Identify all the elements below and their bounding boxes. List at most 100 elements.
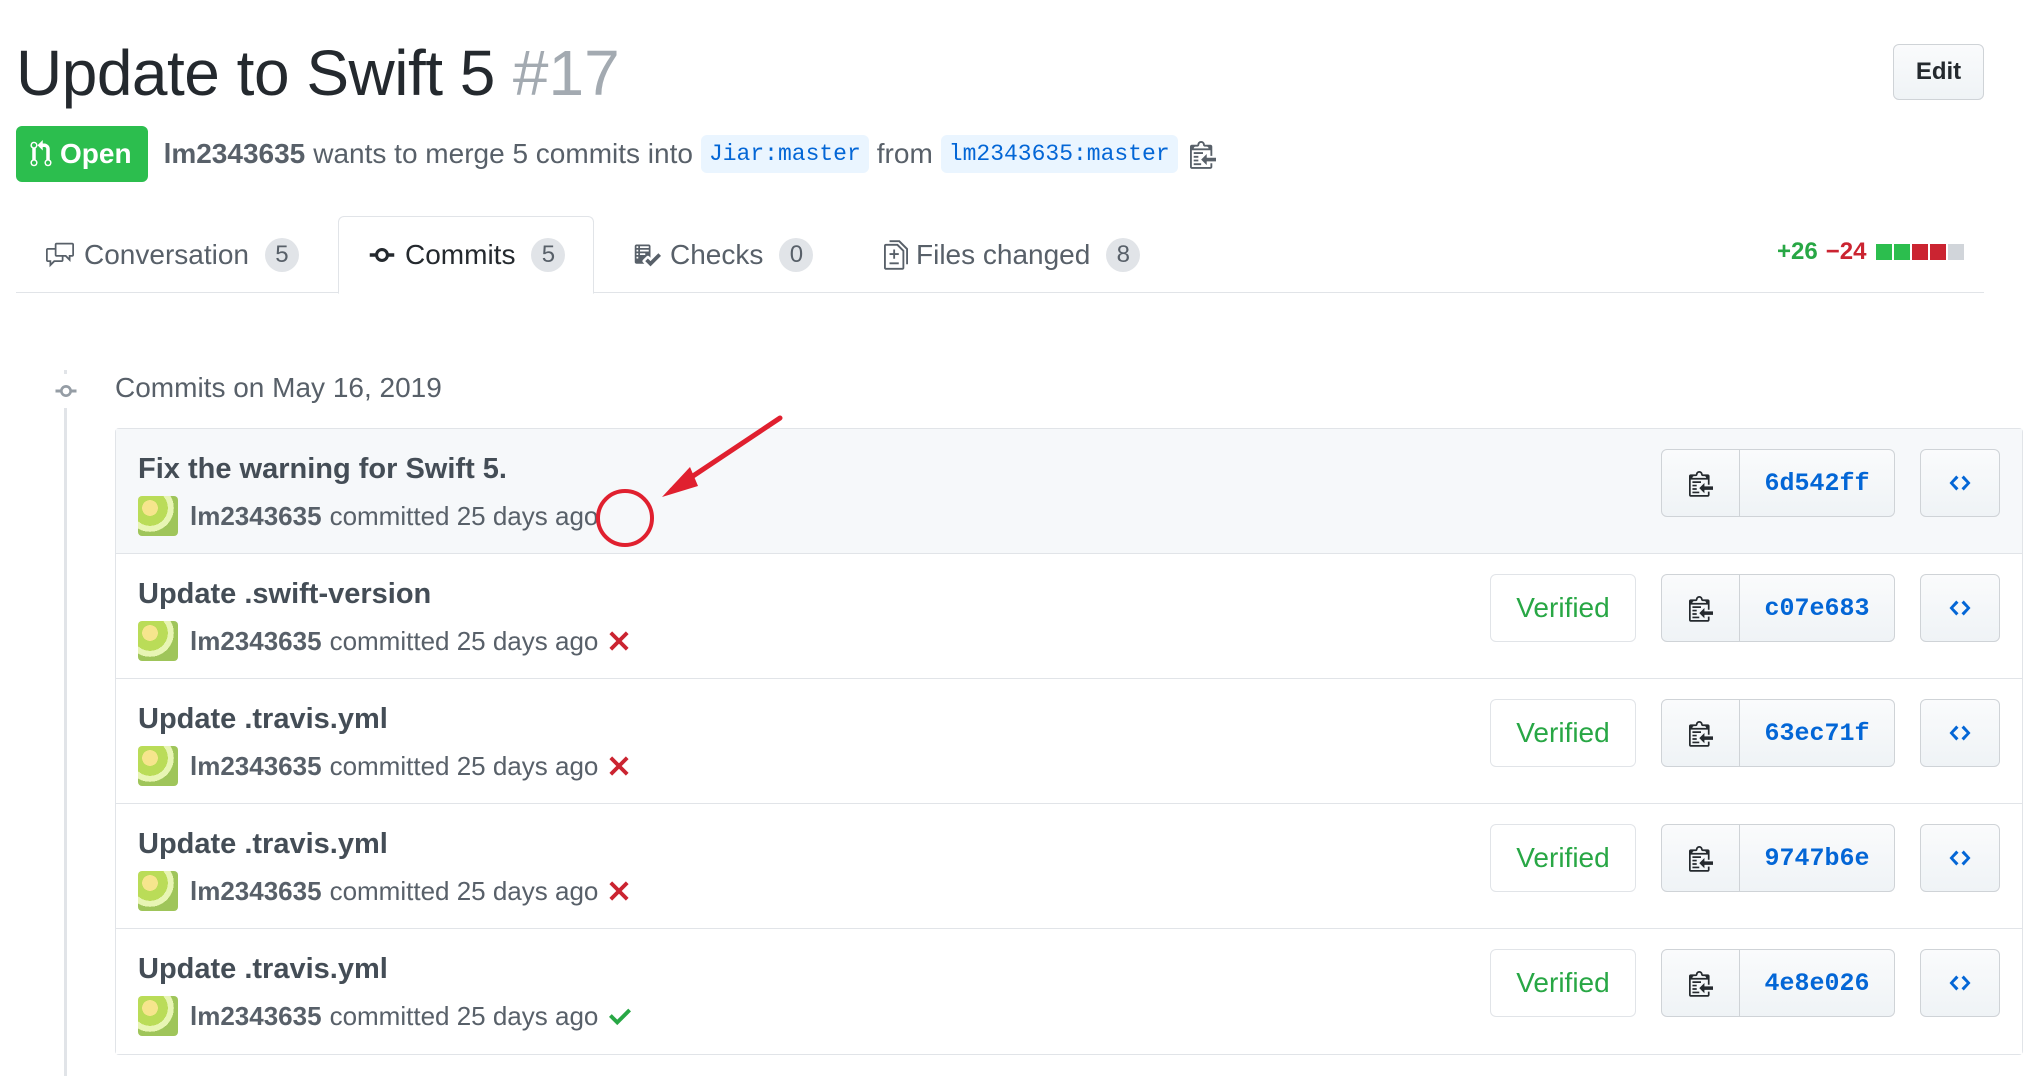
pr-tabs: Conversation 5 Commits 5 Checks 0 Files … [16, 216, 1984, 294]
additions-count: +26 [1777, 238, 1818, 265]
browse-repo-button[interactable] [1920, 449, 2000, 517]
commit-author-link[interactable]: lm2343635 [190, 501, 322, 532]
x-icon[interactable] [608, 755, 630, 777]
edit-button[interactable]: Edit [1893, 44, 1984, 100]
commit-author-link[interactable]: lm2343635 [190, 1001, 322, 1032]
tab-counter: 0 [779, 237, 814, 272]
browse-repo-button[interactable] [1920, 949, 2000, 1017]
commit-message-link[interactable]: Update .swift-version [138, 578, 431, 611]
verified-badge[interactable]: Verified [1490, 949, 1636, 1017]
verified-badge[interactable]: Verified [1490, 574, 1636, 642]
tab-counter: 5 [531, 238, 566, 272]
diffstat-block-added [1894, 244, 1911, 260]
clipboard-icon [1688, 846, 1713, 872]
commit-meta: lm2343635 committed 25 days ago [138, 995, 632, 1037]
commit-message-link[interactable]: Fix the warning for Swift 5. [138, 453, 507, 486]
commit-message-link[interactable]: Update .travis.yml [138, 828, 388, 861]
copy-sha-button[interactable] [1662, 700, 1740, 766]
commit-sha-link[interactable]: 63ec71f [1740, 700, 1894, 766]
browse-repo-button[interactable] [1920, 699, 2000, 767]
state-label: Open [60, 138, 132, 169]
code-icon [1949, 475, 1971, 491]
git-pull-request-icon [30, 140, 52, 167]
clipboard-icon[interactable] [1189, 139, 1216, 169]
tab-label: Checks [670, 238, 764, 270]
from-text: from [876, 138, 933, 169]
commit-author-link[interactable]: lm2343635 [190, 626, 322, 657]
commit-time: committed 25 days ago [329, 750, 599, 781]
tab-label: Commits [405, 239, 516, 270]
commit-row: Update .swift-version lm2343635 committe… [116, 554, 2022, 679]
copy-sha-button[interactable] [1662, 825, 1740, 891]
head-branch[interactable]: lm2343635:master [940, 135, 1178, 173]
tab-files-changed[interactable]: Files changed 8 [884, 216, 1141, 293]
clipboard-icon [1688, 971, 1713, 997]
commit-row: Fix the warning for Swift 5. lm2343635 c… [116, 429, 2022, 554]
tab-label: Files changed [916, 238, 1091, 270]
browse-repo-button[interactable] [1920, 574, 2000, 642]
sha-button-group: 63ec71f [1661, 699, 1895, 767]
copy-sha-button[interactable] [1662, 950, 1740, 1016]
copy-sha-button[interactable] [1662, 450, 1740, 516]
git-commit-icon [369, 248, 395, 262]
commit-sha-link[interactable]: 4e8e026 [1740, 950, 1894, 1016]
verified-badge[interactable]: Verified [1490, 824, 1636, 892]
diffstat-block-neutral [1948, 244, 1965, 260]
pr-state-row: Open lm2343635 wants to merge 5 commits … [16, 126, 1216, 182]
tab-commits[interactable]: Commits 5 [338, 216, 595, 294]
avatar[interactable] [138, 621, 178, 661]
tab-counter: 8 [1106, 237, 1141, 272]
commit-sha-link[interactable]: 9747b6e [1740, 825, 1894, 891]
diffstat[interactable]: +26 −24 [1777, 238, 1965, 266]
commit-meta: lm2343635 committed 25 days ago [138, 495, 598, 537]
avatar[interactable] [138, 746, 178, 786]
base-branch[interactable]: Jiar:master [700, 135, 869, 173]
sha-button-group: 9747b6e [1661, 824, 1895, 892]
commit-author-link[interactable]: lm2343635 [190, 751, 322, 782]
code-icon [1949, 600, 1971, 616]
x-icon[interactable] [608, 880, 630, 902]
tab-checks[interactable]: Checks 0 [632, 216, 814, 293]
deletions-count: −24 [1825, 238, 1867, 265]
commit-time: committed 25 days ago [329, 500, 599, 531]
x-icon[interactable] [608, 630, 630, 652]
commit-author-link[interactable]: lm2343635 [190, 876, 322, 907]
merge-description: lm2343635 wants to merge 5 commits into … [164, 135, 1216, 173]
git-commit-icon [46, 374, 86, 408]
commits-date-heading: Commits on May 16, 2019 [115, 372, 442, 403]
commit-sha-link[interactable]: c07e683 [1740, 575, 1894, 641]
browse-repo-button[interactable] [1920, 824, 2000, 892]
diffstat-block-deleted [1930, 244, 1947, 260]
pr-number: #17 [512, 37, 620, 109]
commit-meta: lm2343635 committed 25 days ago [138, 745, 630, 787]
state-badge: Open [16, 126, 148, 182]
commit-meta: lm2343635 committed 25 days ago [138, 870, 630, 912]
file-diff-icon [884, 239, 908, 270]
clipboard-icon [1688, 596, 1713, 622]
verified-badge[interactable]: Verified [1490, 699, 1636, 767]
checklist-icon [634, 244, 661, 266]
tab-label: Conversation [84, 238, 249, 270]
tab-counter: 5 [264, 237, 299, 272]
pr-title: Update to Swift 5 [16, 37, 495, 109]
commit-time: committed 25 days ago [329, 625, 599, 656]
pr-author-link[interactable]: lm2343635 [164, 138, 306, 170]
tab-conversation[interactable]: Conversation 5 [44, 216, 299, 293]
clipboard-icon [1688, 721, 1713, 747]
commit-sha-link[interactable]: 6d542ff [1740, 450, 1894, 516]
code-icon [1949, 850, 1971, 866]
diffstat-block-deleted [1912, 244, 1929, 260]
commit-row: Update .travis.yml lm2343635 committed 2… [116, 929, 2022, 1054]
commit-meta: lm2343635 committed 25 days ago [138, 620, 630, 662]
commit-message-link[interactable]: Update .travis.yml [138, 703, 388, 736]
comment-discussion-icon [46, 242, 74, 267]
timeline-line [64, 370, 67, 1076]
avatar[interactable] [138, 496, 178, 536]
copy-sha-button[interactable] [1662, 575, 1740, 641]
code-icon [1949, 975, 1971, 991]
commit-message-link[interactable]: Update .travis.yml [138, 953, 388, 986]
check-icon[interactable] [608, 1005, 632, 1027]
commit-list: Fix the warning for Swift 5. lm2343635 c… [115, 428, 2023, 1055]
avatar[interactable] [138, 996, 178, 1036]
avatar[interactable] [138, 871, 178, 911]
